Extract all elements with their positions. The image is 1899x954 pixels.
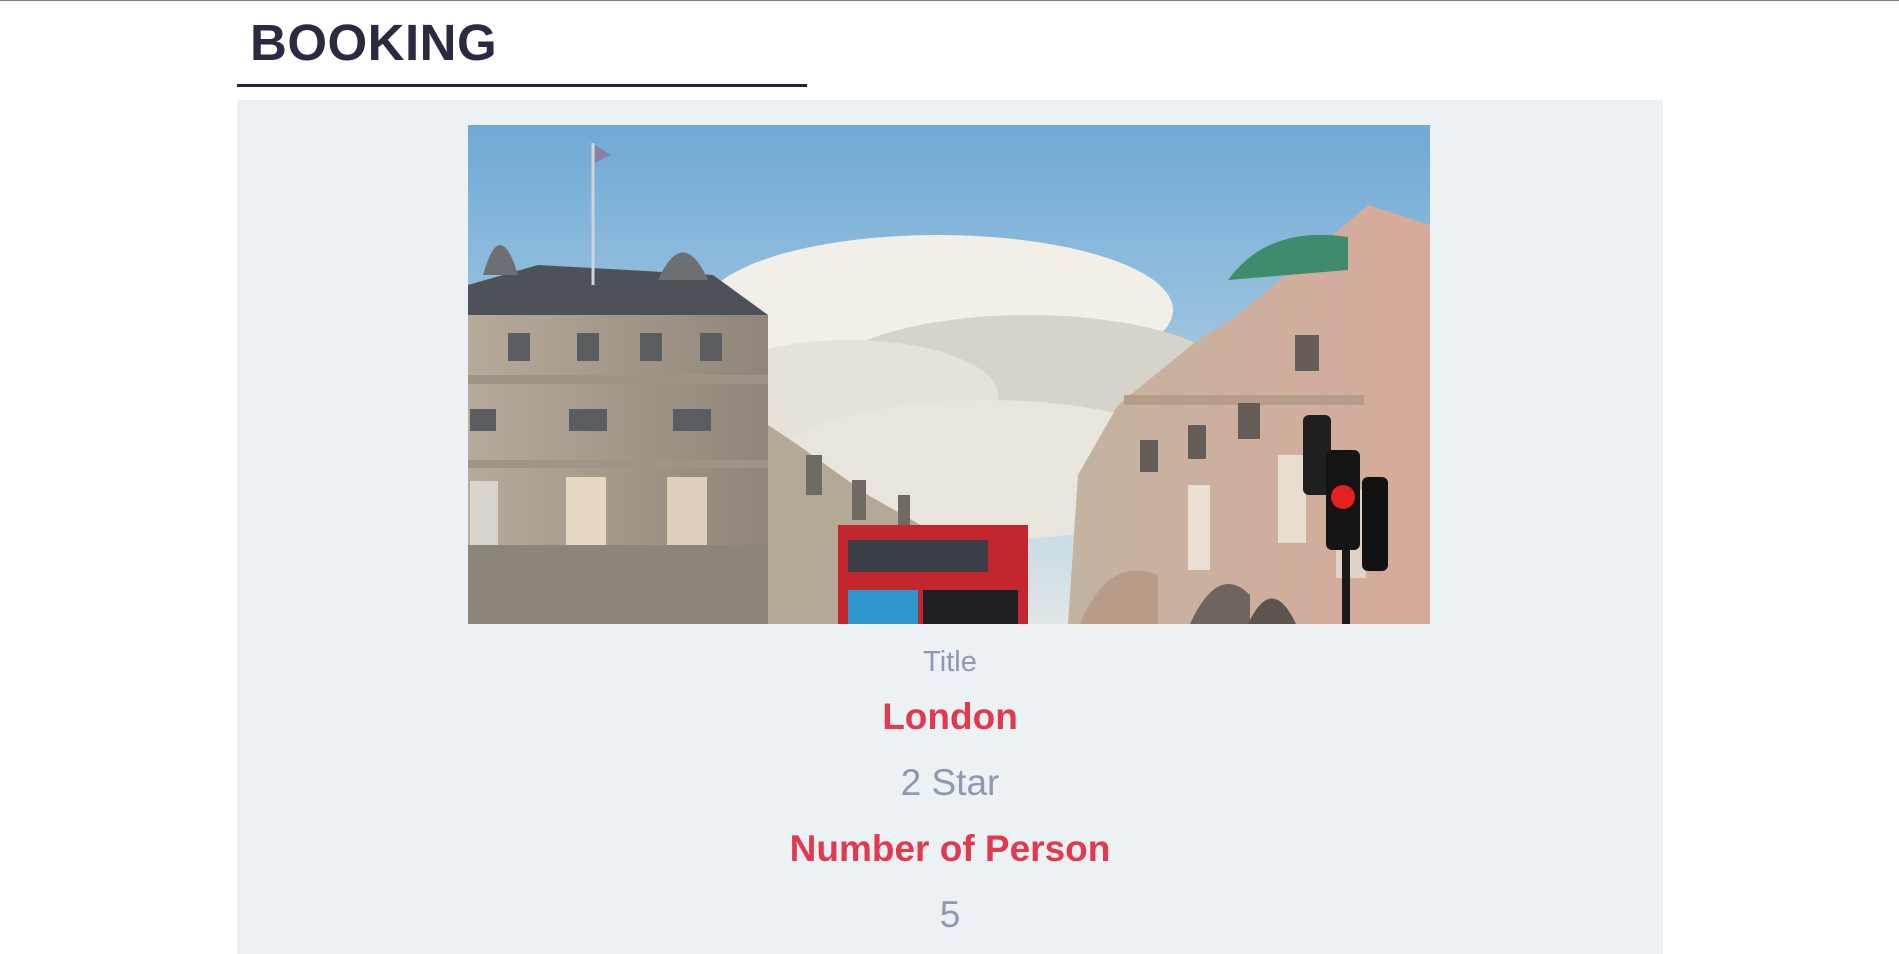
destination-city: London [882, 696, 1018, 737]
title-label: Title [923, 646, 977, 678]
destination-photo [468, 125, 1430, 624]
booking-card: Title London 2 Star Number of Person 5 [237, 100, 1663, 954]
page-title: BOOKING [250, 14, 498, 71]
number-of-person-label: Number of Person [789, 828, 1111, 869]
number-of-person-value: 5 [939, 894, 961, 935]
booking-details: Title London 2 Star Number of Person 5 [237, 645, 1663, 937]
page-header: BOOKING [237, 1, 807, 87]
hotel-rating: 2 Star [900, 762, 1000, 803]
